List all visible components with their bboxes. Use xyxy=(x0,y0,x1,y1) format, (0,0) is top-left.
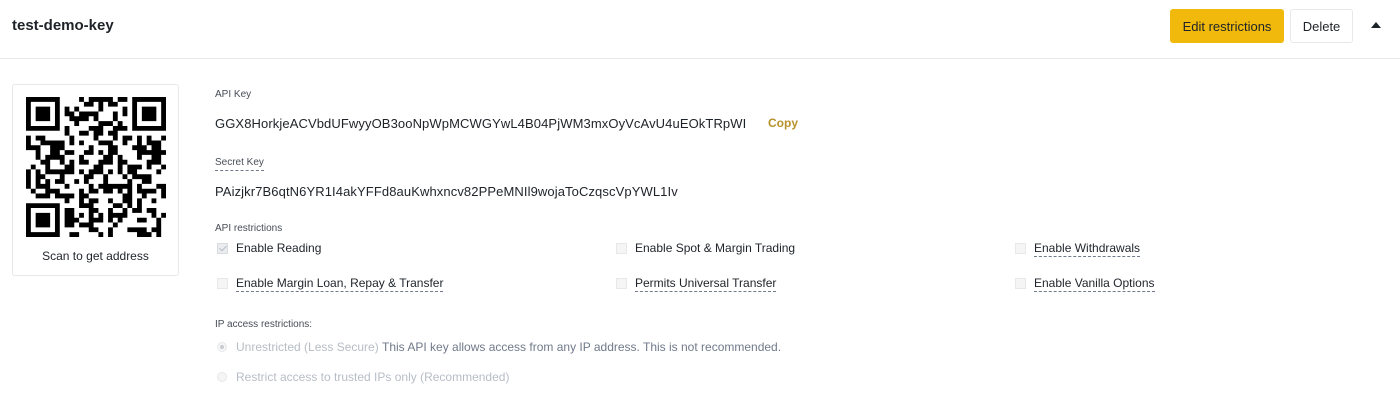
universal-transfer-checkbox[interactable] xyxy=(616,278,627,289)
api-restrictions-label: API restrictions xyxy=(215,223,283,234)
enable-reading-checkbox[interactable] xyxy=(217,243,228,254)
enable-spot-margin-label: Enable Spot & Margin Trading xyxy=(635,241,796,255)
enable-margin-loan-checkbox[interactable] xyxy=(217,278,228,289)
unrestricted-label: Unrestricted (Less Secure) xyxy=(236,340,379,354)
api-key-label: API Key xyxy=(215,89,252,100)
delete-button[interactable]: Delete xyxy=(1290,9,1353,43)
unrestricted-description: This API key allows access from any IP a… xyxy=(382,340,782,354)
unrestricted-radio[interactable] xyxy=(217,342,227,352)
caret-up-icon[interactable] xyxy=(1371,22,1381,28)
enable-withdrawals-checkbox[interactable] xyxy=(1015,243,1026,254)
vanilla-options-label: Enable Vanilla Options xyxy=(1034,276,1155,292)
enable-spot-margin-checkbox[interactable] xyxy=(616,243,627,254)
api-key-name: test-demo-key xyxy=(12,17,114,34)
api-key-panel: test-demo-key Edit restrictions Delete S… xyxy=(0,0,1400,405)
enable-withdrawals-label: Enable Withdrawals xyxy=(1034,241,1141,257)
vanilla-options-checkbox[interactable] xyxy=(1015,278,1026,289)
restrict-ips-label: Restrict access to trusted IPs only (Rec… xyxy=(236,370,510,384)
copy-button[interactable]: Copy xyxy=(768,116,798,130)
restrict-ips-radio[interactable] xyxy=(217,372,227,382)
qr-caption: Scan to get address xyxy=(42,249,149,263)
api-key-header: test-demo-key Edit restrictions Delete xyxy=(0,0,1400,59)
enable-margin-loan-label: Enable Margin Loan, Repay & Transfer xyxy=(236,276,444,292)
qr-code-icon xyxy=(26,97,166,237)
ip-access-label: IP access restrictions: xyxy=(215,319,313,330)
secret-key-label: Secret Key xyxy=(215,157,264,171)
qr-card: Scan to get address xyxy=(12,84,179,276)
enable-reading-label: Enable Reading xyxy=(236,241,322,255)
api-key-value: GGX8HorkjeACVbdUFwyyOB3ooNpWpMCWGYwL4B04… xyxy=(215,116,747,131)
secret-key-value: PAizjkr7B6qtN6YR1I4akYFFd8auKwhxncv82PPe… xyxy=(215,184,678,199)
edit-restrictions-button[interactable]: Edit restrictions xyxy=(1170,9,1284,43)
universal-transfer-label: Permits Universal Transfer xyxy=(635,276,777,292)
